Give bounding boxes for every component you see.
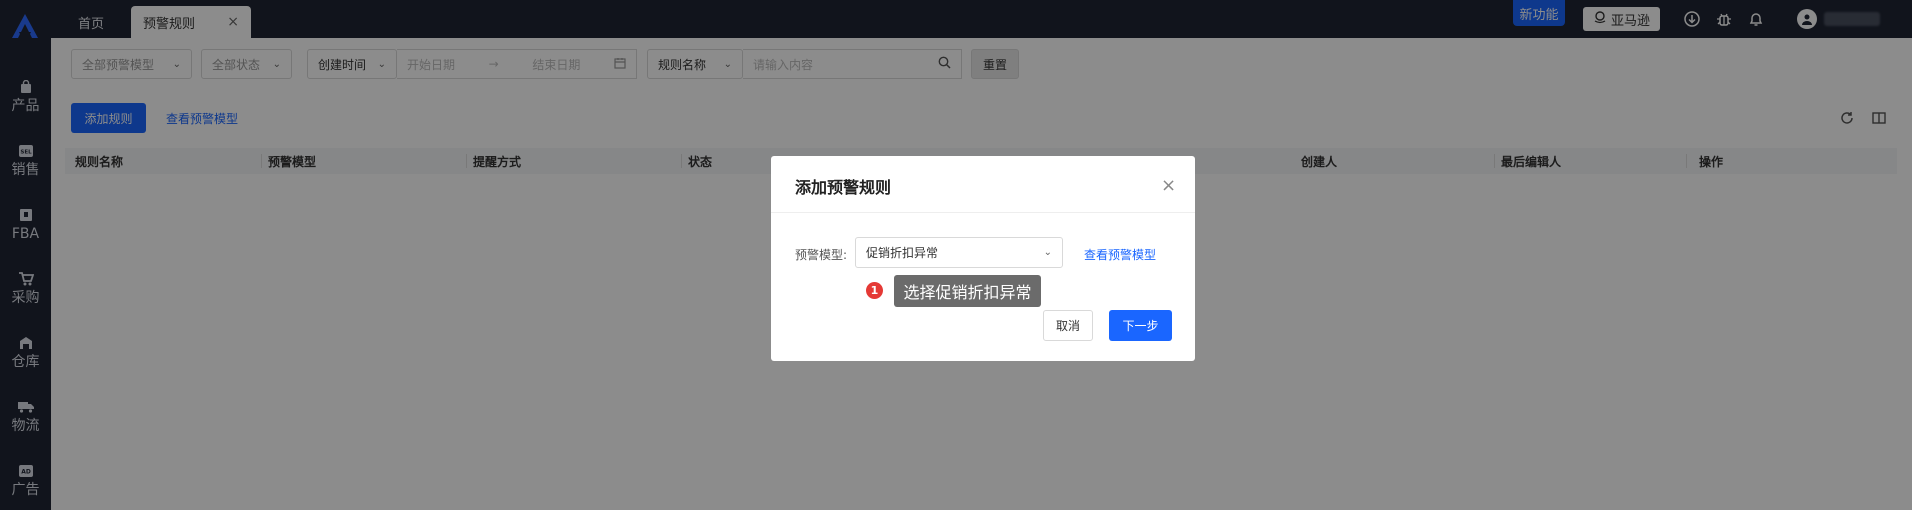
- chevron-down-icon: ⌄: [1043, 247, 1052, 258]
- next-step-button[interactable]: 下一步: [1109, 310, 1172, 341]
- close-icon[interactable]: ×: [1161, 175, 1176, 196]
- model-select-value: 促销折扣异常: [866, 246, 939, 260]
- dialog-title: 添加预警规则: [795, 178, 892, 197]
- cancel-button[interactable]: 取消: [1043, 310, 1093, 341]
- model-select[interactable]: 促销折扣异常 ⌄: [855, 237, 1063, 268]
- step-number-badge: 1: [866, 282, 883, 299]
- guide-tooltip: 选择促销折扣异常: [894, 275, 1041, 307]
- view-model-link[interactable]: 查看预警模型: [1084, 246, 1156, 263]
- dialog-divider: [771, 212, 1195, 213]
- model-field-label: 预警模型:: [795, 248, 848, 262]
- add-rule-dialog: 添加预警规则 × 预警模型: 促销折扣异常 ⌄ 查看预警模型 取消 下一步: [771, 156, 1195, 361]
